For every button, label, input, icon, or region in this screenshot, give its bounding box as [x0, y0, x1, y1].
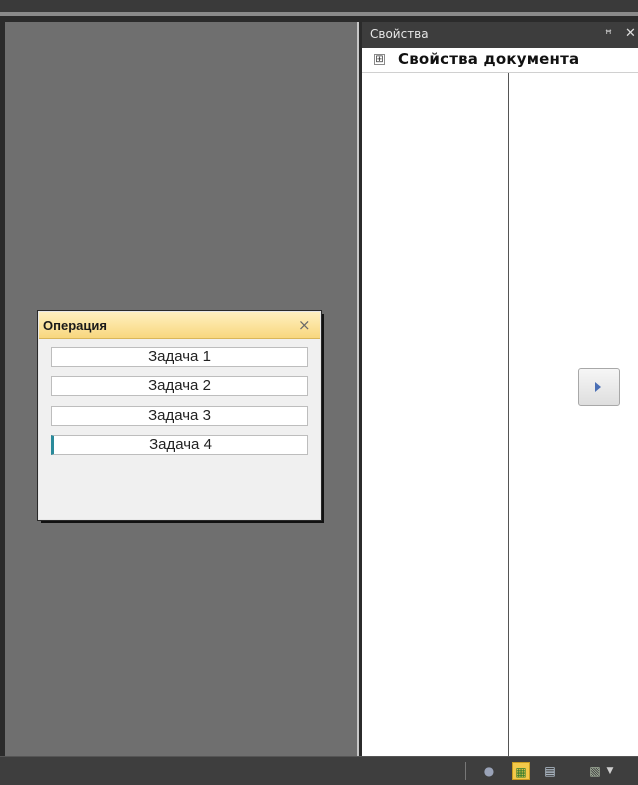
close-icon[interactable]: ✕	[625, 26, 636, 41]
operation-window-title: Операция	[43, 318, 107, 333]
properties-panel-header: Свойства ꟸ ✕	[362, 22, 638, 48]
expand-arrow-button[interactable]	[578, 368, 620, 406]
properties-panel-title: Свойства	[370, 27, 429, 41]
status-separator	[465, 762, 466, 780]
top-divider	[0, 12, 638, 16]
close-icon[interactable]: ×	[298, 316, 311, 334]
status-bar: ● ▦ ▤ ▧ ▼	[0, 756, 638, 785]
play-arrow-icon	[595, 382, 601, 392]
task-item-1[interactable]: Задача 1	[51, 347, 308, 367]
document-properties-row[interactable]: ⊞ Свойства документа	[362, 48, 638, 73]
properties-panel: Свойства ꟸ ✕ ⊞ Свойства документа	[362, 22, 638, 756]
document-icon[interactable]: ▤	[541, 762, 559, 780]
pin-icon[interactable]: ꟸ	[605, 27, 612, 41]
document-properties-label: Свойства документа	[398, 50, 580, 68]
expand-icon[interactable]: ⊞	[374, 54, 385, 65]
top-strip	[0, 0, 638, 12]
grid-icon[interactable]: ▦	[512, 762, 530, 780]
operation-window: Операция × Задача 1 Задача 2 Задача 3 За…	[38, 311, 321, 520]
task-item-3[interactable]: Задача 3	[51, 406, 308, 426]
operation-window-titlebar[interactable]: Операция ×	[39, 312, 320, 339]
column-divider[interactable]	[508, 73, 509, 756]
search-icon[interactable]: ●	[480, 762, 498, 780]
task-item-4[interactable]: Задача 4	[51, 435, 308, 455]
task-item-2[interactable]: Задача 2	[51, 376, 308, 396]
chevron-down-icon[interactable]: ▼	[601, 762, 619, 780]
